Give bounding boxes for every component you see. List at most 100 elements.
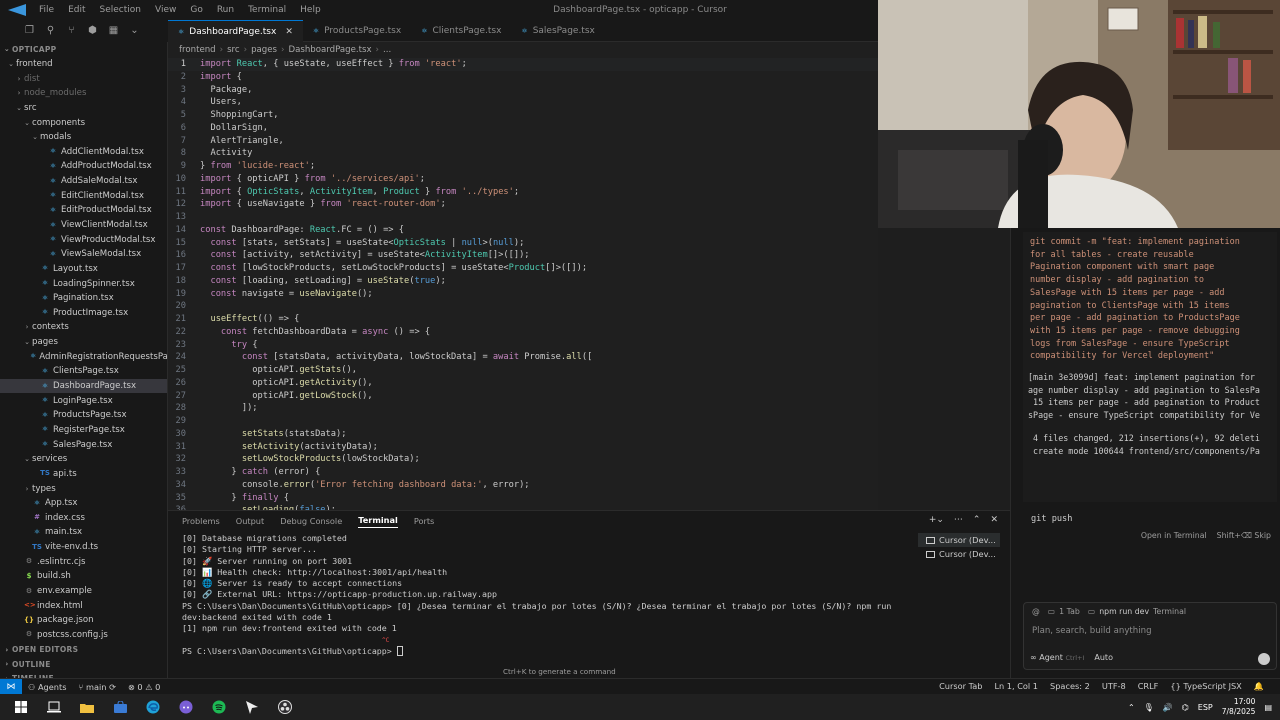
file-item[interactable]: ⚛ LoginPage.tsx — [0, 393, 167, 408]
status-item[interactable]: CRLF — [1132, 681, 1165, 692]
file-item[interactable]: ⚛ ProductsPage.tsx — [0, 408, 167, 423]
source-control-icon[interactable]: ⑂ — [66, 26, 77, 37]
code-line[interactable]: 4 Users, — [168, 96, 878, 109]
folder-item[interactable]: ⌄ src — [0, 101, 167, 116]
open-in-terminal-button[interactable]: Open in Terminal — [1141, 531, 1207, 545]
code-line[interactable]: 5 ShoppingCart, — [168, 109, 878, 122]
chat-input-box[interactable]: @ ▭ 1 Tab ▭ npm run dev Terminal Plan, sear… — [1023, 602, 1277, 670]
branch-status[interactable]: ⑂ main ⟳ — [72, 682, 121, 692]
code-line[interactable]: 20 — [168, 300, 878, 313]
file-item[interactable]: TS vite-env.d.ts — [0, 540, 167, 555]
code-line[interactable]: 16 const [activity, setActivity] = useSt… — [168, 249, 878, 262]
folder-item[interactable]: ⌄ services — [0, 452, 167, 467]
chevron-up-icon[interactable]: ⌃ — [1128, 703, 1135, 712]
status-item[interactable]: Cursor Tab — [933, 681, 988, 692]
agent-mode-selector[interactable]: ∞ Agent Ctrl+I — [1030, 653, 1084, 662]
code-line[interactable]: 9} from 'lucide-react'; — [168, 160, 878, 173]
file-item[interactable]: ⚛ Pagination.tsx — [0, 291, 167, 306]
folder-item[interactable]: › dist — [0, 71, 167, 86]
folder-item[interactable]: ⌄ frontend — [0, 57, 167, 72]
code-line[interactable]: 29 — [168, 415, 878, 428]
file-item[interactable]: ⚛ ClientsPage.tsx — [0, 364, 167, 379]
file-item[interactable]: ⚛ main.tsx — [0, 525, 167, 540]
obs-icon[interactable] — [273, 695, 297, 719]
code-line[interactable]: 30 setStats(statsData); — [168, 428, 878, 441]
sidebar-section-outline[interactable]: › OUTLINE — [0, 657, 167, 672]
windows-start-icon[interactable] — [9, 695, 33, 719]
terminal-instance[interactable]: Cursor (Dev... — [918, 547, 1000, 561]
folder-item[interactable]: › types — [0, 481, 167, 496]
volume-icon[interactable]: 🔊 — [1163, 703, 1173, 712]
clock[interactable]: 17:00 7/8/2025 — [1222, 697, 1256, 717]
breadcrumb-item[interactable]: ... — [383, 45, 391, 55]
menu-item-help[interactable]: Help — [293, 5, 328, 15]
code-line[interactable]: 3 Package, — [168, 84, 878, 97]
file-item[interactable]: $ build.sh — [0, 569, 167, 584]
tab-productspage-tsx[interactable]: ⚛ ProductsPage.tsx — [303, 20, 411, 42]
discord-icon[interactable] — [174, 695, 198, 719]
code-line[interactable]: 22 const fetchDashboardData = async () =… — [168, 326, 878, 339]
problems-status[interactable]: ⊗ 0 ⚠ 0 — [122, 682, 166, 692]
folder-item[interactable]: › contexts — [0, 320, 167, 335]
code-line[interactable]: 11 import { OpticStats, ActivityItem, Pro… — [168, 186, 878, 199]
code-line[interactable]: 7 AlertTriangle, — [168, 135, 878, 148]
status-item[interactable]: Spaces: 2 — [1044, 681, 1096, 692]
tab-problems[interactable]: Problems — [182, 516, 220, 526]
folder-item[interactable]: ⌄ components — [0, 115, 167, 130]
model-selector[interactable]: Auto — [1094, 653, 1113, 662]
file-item[interactable]: ⚛ AddSaleModal.tsx — [0, 174, 167, 189]
breadcrumb-item[interactable]: DashboardPage.tsx — [288, 45, 371, 55]
code-line[interactable]: 2 import { — [168, 71, 878, 84]
code-editor[interactable]: 1 import React, { useState, useEffect } f… — [168, 58, 878, 510]
task-view-icon[interactable] — [42, 695, 66, 719]
more-icon[interactable]: ⋯ — [954, 515, 963, 525]
breadcrumb-item[interactable]: frontend — [179, 45, 216, 55]
maximize-panel-icon[interactable]: ⌃ — [973, 515, 981, 525]
file-item[interactable]: ⚛ EditClientModal.tsx — [0, 188, 167, 203]
code-line[interactable]: 32 setLowStockProducts(lowStockData); — [168, 453, 878, 466]
terminal-prompt[interactable]: PS C:\Users\Dan\Documents\GitHub\opticap… — [182, 646, 922, 657]
file-item[interactable]: ⚙ postcss.config.js — [0, 628, 167, 643]
code-line[interactable]: 8 Activity — [168, 147, 878, 160]
extensions-icon[interactable]: ⬢ — [87, 26, 98, 37]
new-terminal-icon[interactable]: +⌄ — [929, 515, 944, 525]
file-item[interactable]: <> index.html — [0, 598, 167, 613]
file-item[interactable]: {} package.json — [0, 613, 167, 628]
folder-item[interactable]: ⌄ modals — [0, 130, 167, 145]
search-icon[interactable]: ⚲ — [45, 26, 56, 37]
file-item[interactable]: TS api.ts — [0, 467, 167, 482]
code-line[interactable]: 23 try { — [168, 339, 878, 352]
code-line[interactable]: 26 opticAPI.getActivity(), — [168, 377, 878, 390]
menu-item-run[interactable]: Run — [210, 5, 241, 15]
code-line[interactable]: 17 const [lowStockProducts, setLowStockP… — [168, 262, 878, 275]
cursor-app-icon[interactable] — [240, 695, 264, 719]
status-item[interactable]: {} TypeScript JSX — [1164, 681, 1247, 692]
code-line[interactable]: 12 import { useNavigate } from 'react-rou… — [168, 198, 878, 211]
tab-clientspage-tsx[interactable]: ⚛ ClientsPage.tsx — [411, 20, 511, 42]
code-line[interactable]: 27 opticAPI.getLowStock(), — [168, 390, 878, 403]
code-line[interactable]: 33 } catch (error) { — [168, 466, 878, 479]
file-item[interactable]: ⚛ ViewProductModal.tsx — [0, 232, 167, 247]
file-item[interactable]: ⚛ ViewClientModal.tsx — [0, 218, 167, 233]
folder-item[interactable]: ⌄ pages — [0, 335, 167, 350]
file-item[interactable]: ⚛ Layout.tsx — [0, 262, 167, 277]
notifications-icon[interactable]: ▤ — [1264, 703, 1272, 712]
terminal-output[interactable]: [0] Database migrations completed [0] Sta… — [182, 533, 922, 673]
send-button[interactable] — [1258, 653, 1270, 665]
chevron-down-icon[interactable]: ⌄ — [129, 26, 140, 37]
layout-icon[interactable]: ▦ — [108, 26, 119, 37]
tab-output[interactable]: Output — [236, 516, 264, 526]
language-indicator[interactable]: ESP — [1198, 703, 1213, 712]
file-item[interactable]: ⚛ LoadingSpinner.tsx — [0, 276, 167, 291]
file-item[interactable]: ⚙ env.example — [0, 584, 167, 599]
code-line[interactable]: 1 import React, { useState, useEffect } f… — [168, 58, 878, 71]
folder-item[interactable]: › node_modules — [0, 86, 167, 101]
file-item[interactable]: ⚛ AddProductModal.tsx — [0, 159, 167, 174]
close-panel-icon[interactable]: ✕ — [990, 515, 998, 525]
agents-status[interactable]: ⚇ Agents — [22, 682, 72, 692]
status-item[interactable]: UTF-8 — [1096, 681, 1132, 692]
status-item[interactable]: Ln 1, Col 1 — [988, 681, 1044, 692]
tab-terminal[interactable]: Terminal — [358, 515, 398, 528]
code-line[interactable]: 35 } finally { — [168, 492, 878, 505]
file-item[interactable]: # index.css — [0, 511, 167, 526]
